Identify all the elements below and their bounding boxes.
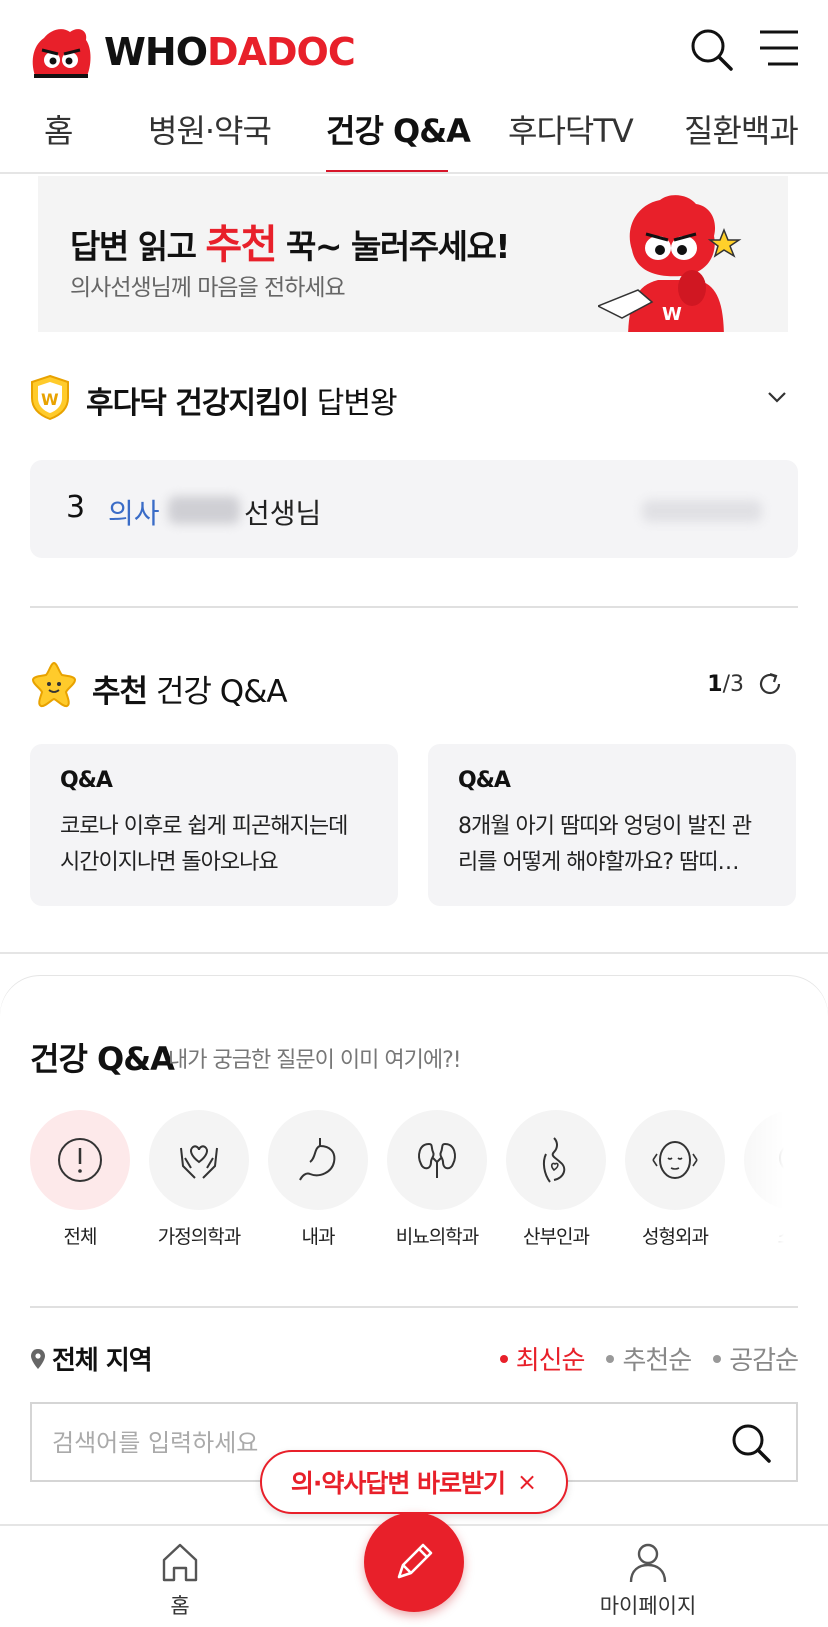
region-selector[interactable]: 전체 지역 [30, 1340, 153, 1377]
section-divider [30, 1306, 798, 1308]
health-qa-subtitle: 내가 궁금한 질문이 이미 여기에?! [168, 1048, 462, 1073]
doctor-hospital-blurred [642, 500, 762, 522]
sort-latest[interactable]: 최신순 [499, 1340, 585, 1377]
chevron-down-icon[interactable] [766, 386, 788, 408]
mascot-thumbs-up-icon: W [598, 195, 742, 332]
sort-empathy[interactable]: 공감순 [713, 1340, 799, 1377]
whodadoc-logo[interactable]: WHODADOC [28, 24, 356, 80]
stomach-icon [299, 1138, 336, 1181]
search-icon[interactable] [730, 1422, 772, 1464]
category-family-medicine[interactable]: 가정의학과 [149, 1110, 249, 1249]
answer-king-card[interactable]: 3 의사 선생님 [30, 460, 798, 558]
category-urology[interactable]: 비뇨의학과 [387, 1110, 487, 1249]
shield-badge-icon: W [31, 374, 69, 420]
recommended-title: 추천 건강 Q&A [92, 674, 288, 710]
scroll-fade [728, 1110, 798, 1256]
search-icon[interactable] [688, 26, 734, 72]
category-list: 전체 가정의학과 내과 비뇨의학과 산부인과 성형외과 소아 [30, 1110, 798, 1256]
tab-health-qa[interactable]: 건강 Q&A [326, 106, 471, 152]
recommended-qa-card[interactable]: Q&A 코로나 이후로 쉽게 피곤해지는데 시간이지나면 돌아오나요 [30, 744, 398, 906]
bottom-tab-home[interactable]: 홈 [140, 1540, 220, 1620]
app-header: WHODADOC [0, 0, 828, 96]
location-pin-icon [31, 1348, 45, 1369]
category-internal-medicine[interactable]: 내과 [268, 1110, 368, 1249]
doctor-suffix: 선생님 [244, 497, 322, 530]
section-divider [30, 606, 798, 608]
close-icon[interactable]: × [517, 1468, 537, 1496]
star-badge-icon [31, 661, 77, 708]
banner-title: 답변 읽고 추천 꾹~ 눌러주세요! [70, 222, 510, 268]
mascot-logo-icon [32, 29, 91, 78]
home-icon [162, 1543, 198, 1582]
bottom-tab-mypage[interactable]: 마이페이지 [588, 1540, 708, 1620]
recommended-qa-header: 추천 건강 Q&A 1/3 [30, 660, 798, 712]
pencil-icon [397, 1543, 433, 1579]
doctor-rank: 3 [66, 490, 86, 525]
sort-recommended[interactable]: 추천순 [606, 1340, 692, 1377]
svg-text:W: W [41, 390, 59, 409]
main-nav-tabs: 홈 병원·약국 건강 Q&A 후다닥TV 질환백과 [0, 96, 828, 174]
answer-king-title: 후다닥 건강지킴이 답변왕 [86, 386, 398, 421]
category-all[interactable]: 전체 [30, 1110, 130, 1249]
kidney-icon [418, 1142, 456, 1178]
write-question-button[interactable] [364, 1512, 464, 1612]
region-label: 전체 지역 [52, 1346, 153, 1376]
tab-whodadoc-tv[interactable]: 후다닥TV [508, 106, 634, 152]
menu-icon[interactable] [756, 26, 802, 72]
qa-question: 8개월 아기 땀띠와 엉덩이 발진 관리를 어떻게 해야할까요? 땀띠… [458, 814, 752, 875]
person-icon [629, 1543, 667, 1583]
face-icon [652, 1141, 698, 1179]
tab-home[interactable]: 홈 [44, 106, 73, 152]
banner-subtitle: 의사선생님께 마음을 전하세요 [70, 275, 346, 301]
page-indicator: 1/3 [707, 672, 744, 697]
get-answer-cta-pill[interactable]: 의·약사답변 바로받기 × [260, 1450, 568, 1514]
recommend-banner[interactable]: 답변 읽고 추천 꾹~ 눌러주세요! 의사선생님께 마음을 전하세요 W [38, 176, 788, 332]
qa-tag: Q&A [458, 768, 511, 793]
exclamation-icon [58, 1138, 102, 1182]
category-plastic-surgery[interactable]: 성형외과 [625, 1110, 725, 1249]
qa-question: 코로나 이후로 쉽게 피곤해지는데 시간이지나면 돌아오나요 [60, 814, 348, 875]
doctor-role: 의사 [108, 497, 160, 530]
svg-text:W: W [662, 304, 682, 325]
health-qa-title: 건강 Q&A [30, 1040, 175, 1078]
answer-king-header[interactable]: W 후다닥 건강지킴이 답변왕 [30, 372, 800, 428]
active-tab-indicator [326, 170, 448, 172]
recommended-qa-card[interactable]: Q&A 8개월 아기 땀띠와 엉덩이 발진 관리를 어떻게 해야할까요? 땀띠… [428, 744, 796, 906]
heart-hands-icon [180, 1145, 218, 1179]
pregnant-icon [542, 1137, 566, 1183]
doctor-name-blurred [168, 496, 240, 524]
tab-disease-encyclopedia[interactable]: 질환백과 [684, 106, 799, 152]
qa-tag: Q&A [60, 768, 113, 793]
logo-wordmark: WHODADOC [104, 30, 356, 74]
tab-hospital-pharmacy[interactable]: 병원·약국 [148, 106, 272, 152]
refresh-icon[interactable] [756, 670, 784, 698]
cta-pill-label: 의·약사답변 바로받기 [290, 1469, 506, 1498]
category-obgyn[interactable]: 산부인과 [506, 1110, 606, 1249]
sort-options: 최신순 추천순 공감순 [499, 1340, 799, 1377]
section-divider [0, 952, 828, 954]
